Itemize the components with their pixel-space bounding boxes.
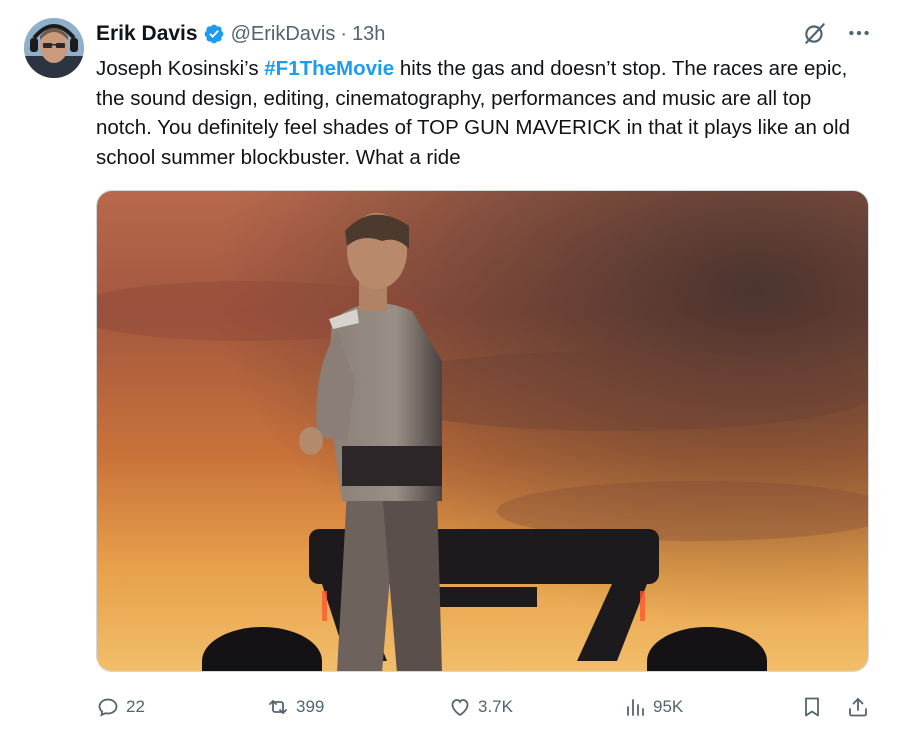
share-button[interactable] — [846, 690, 870, 724]
share-icon — [849, 698, 867, 717]
bookmark-button[interactable] — [800, 690, 824, 724]
avatar-image — [24, 18, 84, 78]
reply-count: 22 — [126, 697, 145, 716]
views-icon — [627, 699, 644, 716]
like-button[interactable]: 3.7K — [448, 690, 513, 724]
reply-button[interactable]: 22 — [96, 690, 145, 724]
author-name[interactable]: Erik Davis — [96, 22, 198, 46]
avatar[interactable] — [24, 18, 84, 78]
like-icon — [451, 699, 469, 717]
author-handle[interactable]: @ErikDavis — [231, 23, 336, 46]
repost-icon — [269, 700, 287, 714]
hashtag-link[interactable]: #F1TheMovie — [264, 57, 394, 80]
top-actions — [802, 20, 872, 46]
timestamp[interactable]: 13h — [352, 23, 385, 46]
bookmark-icon — [805, 697, 819, 717]
separator-dot: · — [340, 22, 348, 45]
repost-button[interactable]: 399 — [266, 690, 324, 724]
reply-icon — [98, 698, 118, 717]
tweet-header: Erik Davis @ErikDavis · 13h — [96, 20, 385, 48]
views-count: 95K — [653, 697, 684, 716]
more-icon[interactable] — [846, 20, 872, 46]
tweet: Erik Davis @ErikDavis · 13h Joseph Kosin… — [0, 0, 900, 743]
action-bar: 22 399 3.7K 95K — [96, 690, 870, 724]
tweet-media-image[interactable] — [96, 190, 869, 672]
like-count: 3.7K — [478, 697, 513, 716]
verified-badge-icon — [203, 23, 225, 45]
tweet-text: Joseph Kosinski’s #F1TheMovie hits the g… — [96, 54, 866, 172]
grok-icon[interactable] — [802, 20, 828, 46]
repost-count: 399 — [296, 697, 325, 716]
movie-still-image — [97, 191, 868, 671]
views-button[interactable]: 95K — [623, 690, 683, 724]
tweet-text-before: Joseph Kosinski’s — [96, 57, 265, 80]
